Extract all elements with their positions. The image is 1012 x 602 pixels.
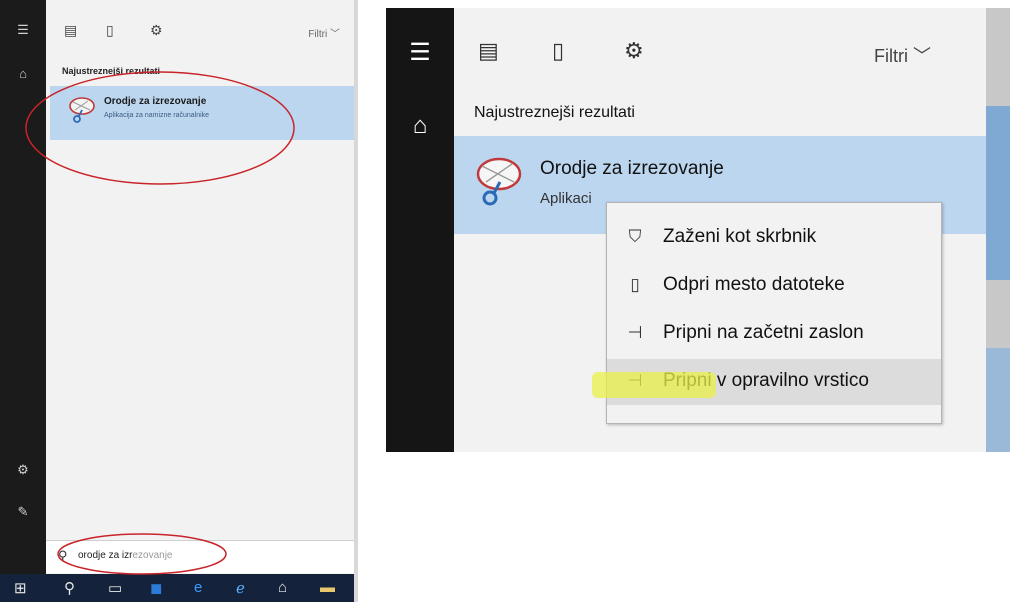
result-subtitle: Aplikaci	[540, 190, 592, 207]
hamburger-menu-icon[interactable]: ☰	[386, 38, 454, 67]
menu-item-label: Zaženi kot skrbnik	[663, 226, 817, 247]
menu-item-open-file-location[interactable]: ▯ Odpri mesto datoteke	[607, 263, 941, 309]
menu-item-run-as-admin[interactable]: ⛉ Zaženi kot skrbnik	[607, 215, 941, 261]
start-search-panel-zoomed: ☰ ⌂ ▤ ▯ ⚙ Filtri ﹀ Najustreznejši rezult…	[386, 8, 1010, 452]
start-rail-zoomed: ☰ ⌂	[386, 8, 454, 452]
apps-filter-icon[interactable]: ▤	[478, 38, 499, 64]
start-search-panel-small: ☰ ⌂ ⚙ ✎ ▤ ▯ ⚙ Filtri ﹀ Najustreznejši re…	[0, 0, 358, 602]
result-title: Orodje za izrezovanje	[540, 158, 724, 179]
open-file-location-icon: ▯	[630, 275, 640, 294]
desktop-window-strip	[986, 106, 1010, 280]
red-annotation-marks	[25, 71, 295, 575]
desktop-window-strip	[986, 348, 1010, 452]
pin-icon: ⊣	[627, 323, 643, 342]
menu-item-pin-to-start[interactable]: ⊣ Pripni na začetni zaslon	[607, 311, 941, 357]
home-icon[interactable]: ⌂	[386, 112, 454, 140]
menu-item-label: Odpri mesto datoteke	[663, 274, 845, 295]
yellow-highlight-mark	[592, 372, 716, 398]
web-filter-icon[interactable]: ⚙	[624, 38, 644, 64]
run-as-admin-icon: ⛉	[628, 227, 642, 246]
best-match-heading: Najustreznejši rezultati	[474, 104, 635, 121]
documents-filter-icon[interactable]: ▯	[552, 38, 564, 64]
menu-item-label: Pripni na začetni zaslon	[663, 322, 864, 343]
desktop-edge-strip	[986, 8, 1010, 452]
filter-dropdown[interactable]: Filtri ﹀	[874, 42, 931, 68]
snipping-tool-icon	[476, 157, 522, 206]
